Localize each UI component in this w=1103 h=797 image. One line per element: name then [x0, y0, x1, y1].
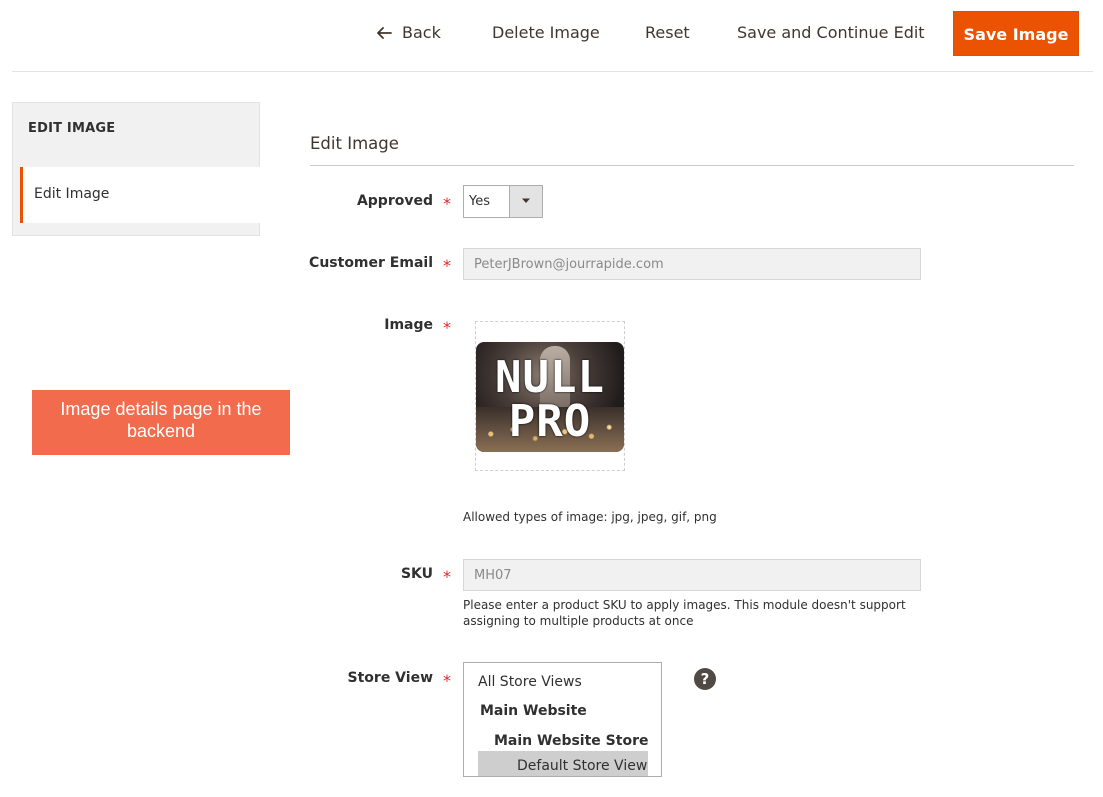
customer-email-input	[463, 248, 921, 280]
required-marker: *	[443, 256, 451, 275]
required-marker: *	[443, 671, 451, 690]
required-marker: *	[443, 318, 451, 337]
watermark-line2: PRO	[508, 396, 592, 447]
sku-note-line2: assigning to multiple products at once	[463, 614, 694, 628]
arrow-left-icon	[377, 18, 392, 50]
required-marker: *	[443, 194, 451, 213]
option-all-store-views[interactable]: All Store Views	[478, 674, 582, 690]
sku-label: SKU	[400, 566, 433, 582]
select-toggle[interactable]	[509, 186, 542, 217]
callout-banner: Image details page in the backend	[32, 390, 290, 455]
image-types-note: Allowed types of image: jpg, jpeg, gif, …	[463, 510, 717, 524]
option-default-store-view[interactable]: Default Store View	[517, 758, 647, 774]
sidebar-item-edit-image[interactable]: Edit Image	[20, 167, 260, 223]
sku-note-line1: Please enter a product SKU to apply imag…	[463, 598, 906, 612]
back-label: Back	[402, 23, 441, 42]
reset-button[interactable]: Reset	[645, 17, 690, 49]
customer-email-label: Customer Email	[309, 255, 433, 271]
image-label: Image	[384, 317, 433, 333]
approved-label: Approved	[356, 193, 433, 209]
store-view-label: Store View	[347, 670, 433, 686]
back-button[interactable]: Back	[377, 17, 441, 49]
image-thumbnail: NULL PRO	[476, 342, 624, 452]
section-title: Edit Image	[310, 134, 399, 153]
question-mark-icon[interactable]: ?	[694, 668, 716, 690]
image-preview[interactable]: NULL PRO	[475, 321, 625, 471]
sidebar-item-label: Edit Image	[34, 186, 110, 202]
sidebar: EDIT IMAGE Edit Image	[12, 102, 260, 236]
delete-image-button[interactable]: Delete Image	[492, 17, 600, 49]
toolbar-divider	[12, 71, 1093, 72]
approved-select[interactable]: Yes	[463, 185, 543, 218]
required-marker: *	[443, 567, 451, 586]
sku-input	[463, 559, 921, 591]
approved-select-value: Yes	[469, 194, 490, 209]
save-and-continue-button[interactable]: Save and Continue Edit	[737, 17, 925, 49]
watermark-line1: NULL	[495, 352, 605, 403]
caret-down-icon	[522, 198, 530, 203]
sidebar-title: EDIT IMAGE	[28, 121, 116, 136]
save-image-button[interactable]: Save Image	[953, 11, 1079, 56]
optgroup-main-website-store: Main Website Store	[494, 733, 649, 749]
store-view-multiselect[interactable]: All Store Views Main Website Main Websit…	[463, 662, 662, 777]
optgroup-main-website: Main Website	[480, 703, 587, 719]
section-divider	[310, 165, 1074, 166]
